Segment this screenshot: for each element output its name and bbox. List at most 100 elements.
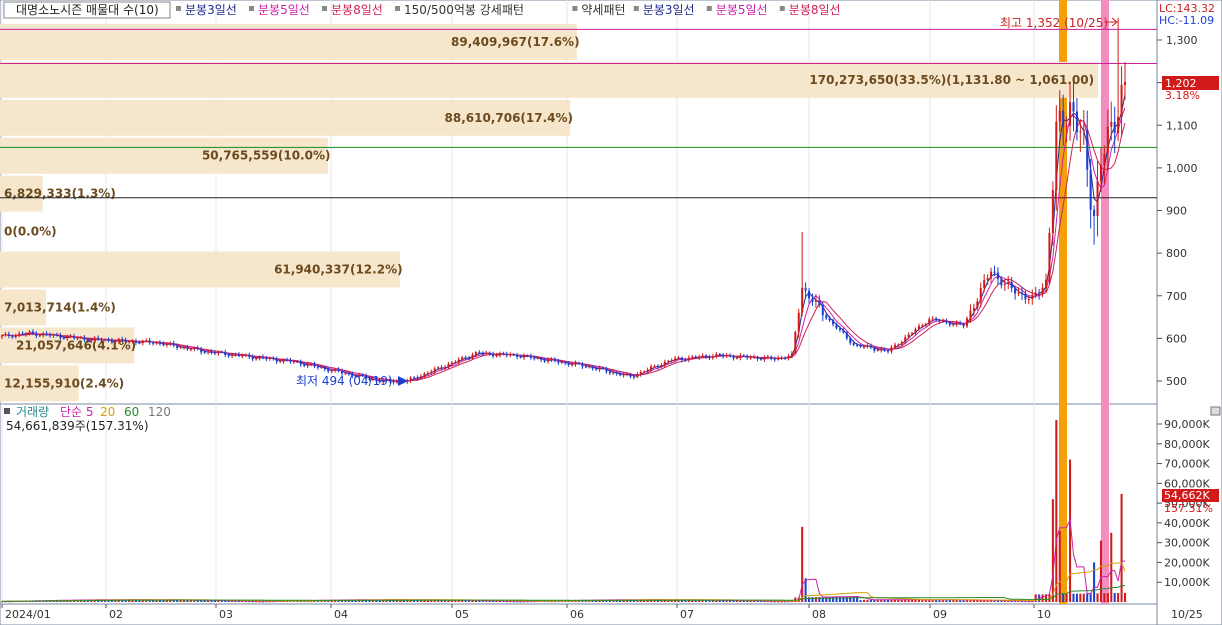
candle-body [990,271,993,279]
legend-bullet-icon [176,6,181,11]
candle-body [100,339,103,341]
candle-body [468,358,471,360]
candle-body [457,359,460,363]
candle-body [787,356,790,359]
candle-body [670,360,673,362]
chart-canvas[interactable]: 12,155,910(2.4%)21,057,646(4.1%)7,013,71… [0,0,1222,625]
candle-body [426,373,429,375]
legend-bullet-icon [572,6,578,11]
volume-ma-legend-1: 20 [100,405,115,419]
candle-body [255,358,258,360]
candle-body [976,301,979,309]
candle-body [777,357,780,360]
candle-body [440,367,443,369]
candle-body [430,371,433,374]
time-tick-label: 10 [1037,608,1051,621]
candle-body [701,355,704,357]
volume-ma-legend-3: 120 [148,405,171,419]
candle-body [296,361,299,363]
volume-ma-legend-0: 단순 5 [60,405,94,419]
candle-body [650,366,653,370]
candle-body [471,354,474,359]
volume-profile-label: 0(0.0%) [4,225,57,239]
candle-body [862,346,866,348]
time-tick-label: 06 [570,608,584,621]
candle-body [766,356,769,358]
candle-body [1014,288,1017,294]
candle-body [505,354,508,356]
volume-bar [801,526,804,602]
candle-body [485,352,488,354]
candle-body [595,368,598,370]
candle-body [893,344,896,348]
candle-body [814,300,817,302]
low-annotation: 최저 494 (04/19) [296,374,393,388]
candle-body [38,335,41,337]
candle-body [996,272,999,279]
candle-body [93,337,96,340]
candle-body [859,344,862,347]
candle-body [983,279,986,289]
candle-body [176,345,179,348]
volume-bar [862,599,866,602]
candle-body [711,356,714,359]
candle-body [59,335,62,338]
candle-body [931,318,934,320]
price-tick-label: 1,000 [1166,162,1198,175]
candle-body [42,333,45,336]
candle-body [141,340,144,344]
volume-bar [1055,420,1058,602]
candle-body [667,360,670,362]
volume-panel[interactable] [0,403,1158,605]
candle-body [557,360,560,363]
time-tick-label: 10/25 [1171,608,1203,621]
price-tick-label: 800 [1166,247,1187,260]
candle-body [200,349,203,353]
candle-body [1003,284,1006,286]
candle-body [897,344,900,346]
candle-body [759,358,762,360]
candle-body [261,356,265,359]
price-tick-label: 500 [1166,375,1187,388]
candle-body [478,352,481,354]
candle-body [52,334,55,336]
candle-body [179,347,182,349]
candle-body [567,362,570,365]
candle-body [674,358,677,361]
legend-item-2: 분봉8일선 [331,3,383,17]
candle-body [866,345,869,347]
candle-body [577,362,580,364]
volume-bar [859,599,862,602]
candle-body [14,334,17,338]
candle-body [715,353,718,357]
candle-body [749,357,752,359]
time-tick-label: 2024/01 [5,608,51,621]
candle-body [722,355,725,357]
candle-body [1069,102,1072,126]
candle-body [581,363,584,367]
panel-maximize-icon[interactable] [1210,406,1221,416]
candle-body [873,347,876,351]
legend-bullet-icon [779,6,785,11]
volume-bar [828,596,831,602]
last-volume-pct: 157.31% [1164,502,1213,515]
volume-bar [1096,593,1099,602]
candle-body [574,362,577,365]
candle-body [134,340,137,343]
volume-bar [835,596,838,602]
candle-body [55,334,58,336]
candle-body [684,359,687,361]
candle-body [1017,292,1020,294]
candle-body [86,339,89,342]
candle-body [914,329,917,333]
volume-bar [1099,540,1102,602]
candle-body [454,362,457,364]
volume-bar [1082,593,1085,602]
candle-body [612,372,615,374]
volume-bar [852,596,855,602]
volume-profile-label: 12,155,910(2.4%) [4,376,124,390]
candle-body [907,334,910,338]
candle-body [334,369,337,371]
candle-body [138,342,141,344]
candle-body [626,373,629,375]
